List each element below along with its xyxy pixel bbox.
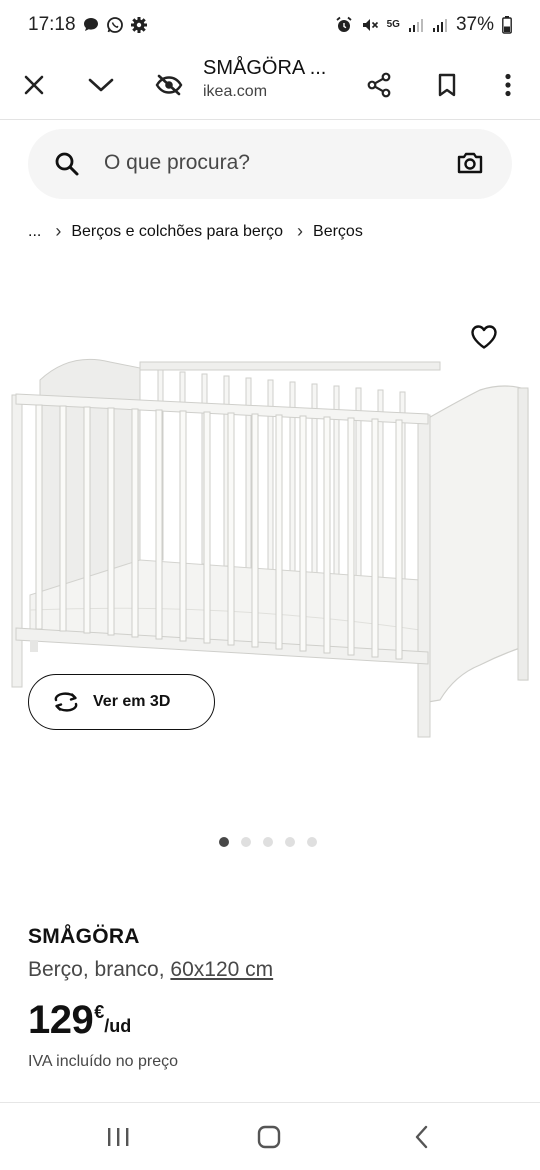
battery-icon — [502, 16, 512, 34]
chevron-right-icon: › — [55, 221, 62, 241]
carousel-dot-2[interactable] — [241, 837, 251, 847]
chevron-right-icon: › — [297, 221, 304, 241]
bookmark-button[interactable] — [424, 62, 470, 108]
recent-apps-button[interactable] — [88, 1115, 148, 1159]
minimize-button[interactable] — [78, 62, 124, 108]
vat-note: IVA incluído no preço — [28, 1053, 179, 1070]
product-image[interactable] — [0, 290, 540, 820]
product-description: Berço, branco, 60x120 cm — [28, 958, 273, 982]
page-title: SMÅGÖRA ... — [203, 57, 327, 79]
heart-icon — [471, 325, 497, 349]
share-icon — [367, 72, 391, 98]
product-dimensions-link[interactable]: 60x120 cm — [170, 958, 273, 981]
back-button[interactable] — [391, 1115, 451, 1159]
product-type: Berço, branco, — [28, 958, 165, 981]
signal-icon-2 — [432, 17, 448, 33]
view-in-3d-label: Ver em 3D — [93, 693, 171, 710]
settings-gear-icon — [130, 16, 148, 34]
breadcrumb-item-cribs-mattresses[interactable]: Berços e colchões para berço — [71, 223, 283, 241]
camera-search-icon[interactable] — [456, 150, 484, 176]
back-icon — [415, 1125, 428, 1149]
view-in-3d-button[interactable]: Ver em 3D — [28, 674, 215, 730]
incognito-toggle[interactable] — [146, 62, 192, 108]
breadcrumb: ... › Berços e colchões para berço › Ber… — [28, 221, 363, 242]
signal-icon — [408, 17, 424, 33]
tab-title-block: SMÅGÖRA ... ikea.com — [203, 54, 353, 103]
eye-off-icon — [155, 74, 183, 96]
price-integer: 129 — [28, 998, 94, 1042]
chevron-down-icon — [88, 78, 114, 92]
price-currency: € — [94, 1002, 105, 1022]
carousel-dot-1[interactable] — [219, 837, 229, 847]
recent-apps-icon — [108, 1128, 129, 1146]
page-url: ikea.com — [203, 83, 268, 100]
share-button[interactable] — [356, 62, 402, 108]
carousel-indicator — [219, 837, 317, 847]
breadcrumb-item-cribs[interactable]: Berços — [313, 223, 363, 241]
price-unit: /ud — [104, 1016, 132, 1036]
rotate-3d-icon — [54, 692, 78, 712]
carousel-dot-4[interactable] — [285, 837, 295, 847]
carousel-dot-3[interactable] — [263, 837, 273, 847]
wishlist-button[interactable] — [465, 318, 503, 356]
more-options-button[interactable] — [485, 62, 531, 108]
close-button[interactable] — [11, 62, 57, 108]
home-button[interactable] — [239, 1115, 299, 1159]
more-vertical-icon — [505, 73, 511, 97]
home-icon — [257, 1125, 281, 1149]
battery-percent: 37% — [455, 14, 494, 35]
close-icon — [24, 75, 44, 95]
custom-tab-toolbar: SMÅGÖRA ... ikea.com — [0, 50, 540, 120]
product-price: 129 € /ud — [28, 996, 131, 1044]
alarm-icon — [335, 16, 353, 34]
status-bar: 17:18 5G 37% — [0, 0, 540, 50]
network-type: 5G — [386, 19, 400, 30]
product-name: SMÅGÖRA — [28, 925, 140, 948]
bookmark-icon — [438, 73, 456, 97]
search-icon — [55, 152, 79, 176]
search-input[interactable]: O que procura? — [28, 129, 512, 199]
search-placeholder: O que procura? — [104, 151, 250, 174]
system-navigation-bar — [0, 1103, 540, 1170]
mute-icon — [361, 16, 379, 34]
breadcrumb-ellipsis[interactable]: ... — [28, 223, 41, 241]
crib-illustration — [11, 358, 529, 738]
status-time: 17:18 — [28, 14, 76, 35]
whatsapp-icon — [106, 16, 124, 34]
carousel-dot-5[interactable] — [307, 837, 317, 847]
message-icon — [82, 16, 100, 34]
